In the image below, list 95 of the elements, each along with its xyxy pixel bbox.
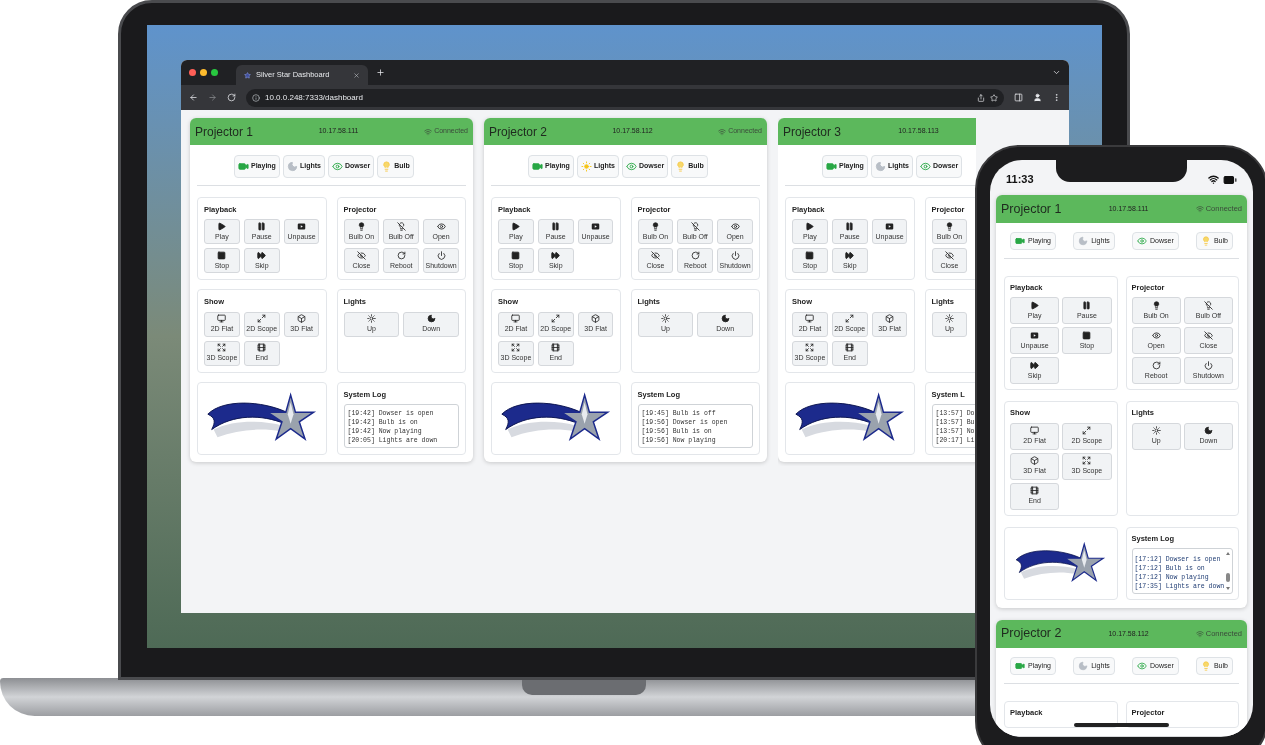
reboot-icon [1151,360,1161,370]
play-icon [805,221,815,231]
lightbulb-icon [1151,300,1161,310]
wifi-icon [424,127,433,136]
sun-icon [1151,425,1161,435]
back-icon[interactable] [189,93,198,102]
play-square-icon [885,221,895,231]
lightbulb-off-icon [690,221,700,231]
eye-icon [730,221,740,231]
expand-icon [511,342,521,352]
info-icon [252,93,260,102]
film-icon [257,342,267,352]
diagonal-arrows-icon [551,313,561,323]
diagonal-arrows-icon [845,313,855,323]
eye-off-icon [356,250,366,260]
lightbulb-icon [944,221,954,231]
power-icon [730,250,740,260]
monitor-icon [511,313,521,323]
share-icon[interactable] [977,93,985,102]
wifi-icon [1208,174,1219,185]
minimize-window-icon[interactable] [200,69,207,76]
projector-name: Projector 1 [195,123,254,141]
play-square-icon [1030,330,1040,340]
moon-icon [1203,425,1213,435]
monitor-icon [805,313,815,323]
monitor-icon [217,313,227,323]
play-icon [217,221,227,231]
menu-icon[interactable] [1052,93,1061,102]
eye-off-icon [650,250,660,260]
play-square-icon [591,221,601,231]
diagonal-arrows-icon [257,313,267,323]
sun-icon [660,313,670,323]
stop-icon [1082,330,1092,340]
stop-icon [511,250,521,260]
wifi-icon [718,127,727,136]
lightbulb-icon [356,221,366,231]
pause-icon [551,221,561,231]
expand-icon [1082,455,1092,465]
pause-icon [1082,300,1092,310]
cube-icon [885,313,895,323]
projector-name: Projector 2 [1001,625,1062,643]
forward-icon[interactable] [208,93,217,102]
moon-icon [720,313,730,323]
cube-icon [297,313,307,323]
bookmark-star-icon[interactable] [990,93,998,102]
reboot-icon [396,250,406,260]
play-icon [511,221,521,231]
sun-icon [944,313,954,323]
expand-icon [805,342,815,352]
eye-off-icon [1203,330,1213,340]
projector-name: Projector 1 [1001,200,1062,218]
wifi-icon [1195,629,1204,638]
power-icon [1203,360,1213,370]
profile-icon[interactable] [1033,93,1042,102]
stop-icon [805,250,815,260]
reload-icon[interactable] [227,93,236,102]
address-bar[interactable]: 10.0.0.248:7333/dashboard [246,88,1004,107]
pause-icon [845,221,855,231]
clock-time: 11:33 [1006,172,1034,188]
moon-icon [426,313,436,323]
monitor-icon [1030,425,1040,435]
power-icon [436,250,446,260]
projector-name: Projector 2 [489,123,548,141]
close-icon[interactable] [353,71,360,79]
stop-icon [217,250,227,260]
lightbulb-off-icon [396,221,406,231]
eye-icon [1151,330,1161,340]
fast-forward-icon [257,250,267,260]
cube-icon [1030,455,1040,465]
fast-forward-icon [845,250,855,260]
diagonal-arrows-icon [1082,425,1092,435]
lightbulb-icon [650,221,660,231]
expand-icon [217,342,227,352]
pause-icon [257,221,267,231]
chevron-down-icon[interactable] [1052,68,1061,77]
fast-forward-icon [1030,360,1040,370]
star-favicon-icon [244,71,251,79]
film-icon [845,342,855,352]
projector-name: Projector 3 [783,123,842,141]
new-tab-icon[interactable] [376,68,385,77]
eye-off-icon [944,250,954,260]
film-icon [1030,485,1040,495]
eye-icon [436,221,446,231]
maximize-window-icon[interactable] [211,69,218,76]
film-icon [551,342,561,352]
play-icon [1030,300,1040,310]
cube-icon [591,313,601,323]
reboot-icon [690,250,700,260]
lightbulb-off-icon [1203,300,1213,310]
play-square-icon [297,221,307,231]
side-panel-icon[interactable] [1014,93,1023,102]
fast-forward-icon [551,250,561,260]
sun-icon [366,313,376,323]
wifi-icon [1195,205,1204,213]
close-window-icon[interactable] [189,69,196,76]
